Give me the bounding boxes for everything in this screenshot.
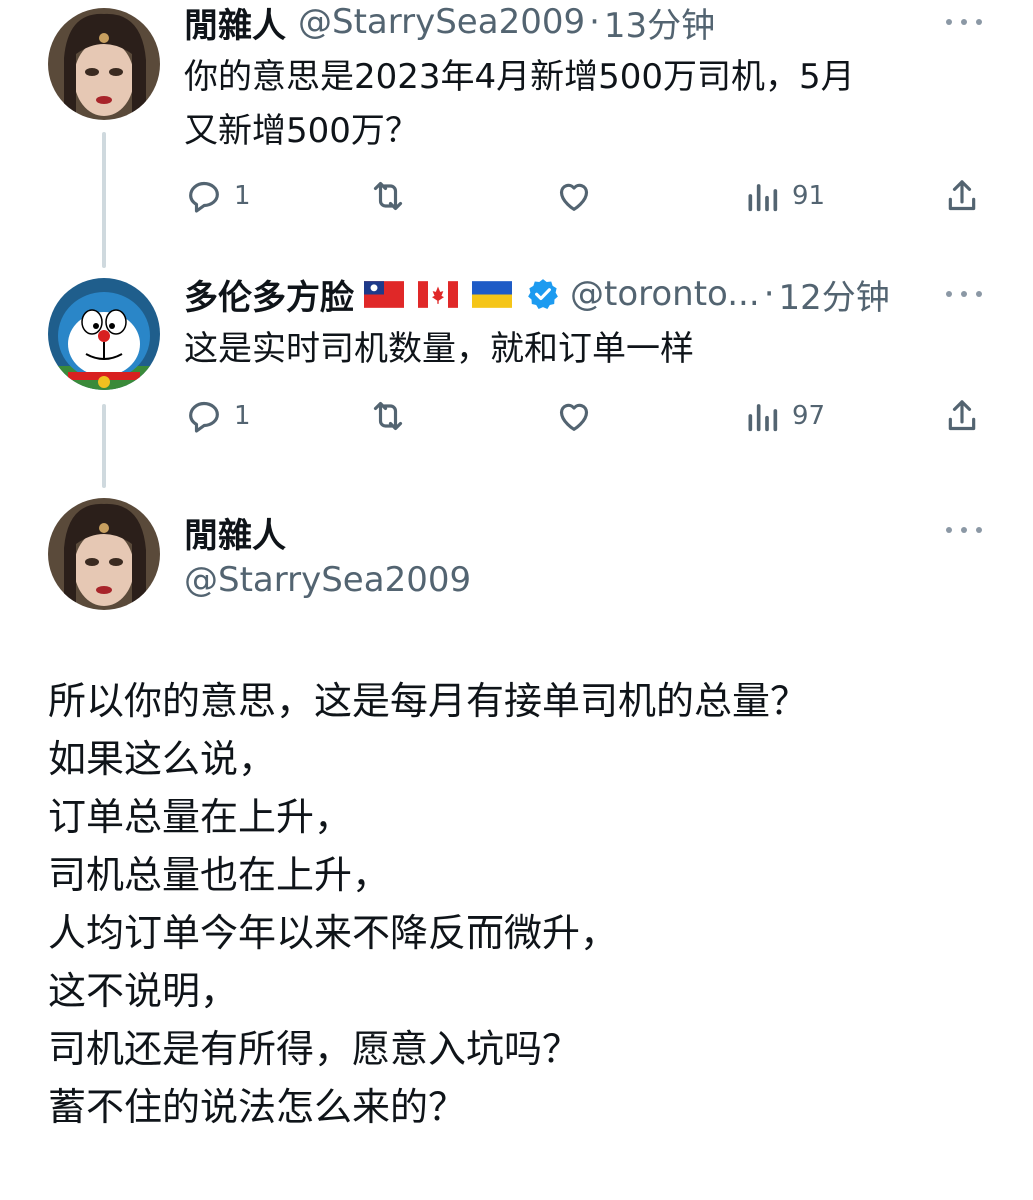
avatar[interactable] <box>48 278 160 390</box>
body-line: 这不说明， <box>48 969 239 1013</box>
retweet-button[interactable] <box>368 172 408 220</box>
tweet-body: 所以你的意思，这是每月有接单司机的总量？ 如果这么说， 订单总量在上升， 司机总… <box>48 672 988 1136</box>
reply-button[interactable]: 1 <box>184 172 251 220</box>
tweet-text: 这是实时司机数量，就和订单一样 <box>184 322 984 376</box>
view-count: 91 <box>792 181 826 211</box>
share-button[interactable] <box>942 172 982 220</box>
like-icon <box>559 183 589 211</box>
body-line: 所以你的意思，这是每月有接单司机的总量？ <box>48 679 809 723</box>
taiwan-flag-icon <box>364 280 404 308</box>
body-line: 如果这么说， <box>48 737 277 781</box>
views-icon <box>748 184 778 212</box>
timestamp[interactable]: 12分钟 <box>779 270 890 319</box>
reply-count: 1 <box>234 401 251 431</box>
share-icon <box>948 180 976 211</box>
author-handle[interactable]: @StarrySea2009 <box>184 560 471 600</box>
more-icon[interactable] <box>944 284 984 304</box>
view-count: 97 <box>792 401 826 431</box>
like-button[interactable] <box>554 392 594 440</box>
like-button[interactable] <box>554 172 594 220</box>
tweet-text: 你的意思是2023年4月新增500万司机，5月 又新增500万？ <box>184 50 984 158</box>
timestamp[interactable]: 13分钟 <box>604 0 715 47</box>
author-name[interactable]: 閒雜人 <box>184 0 286 47</box>
body-line: 司机总量也在上升， <box>48 853 391 897</box>
avatar[interactable] <box>48 8 160 120</box>
share-icon <box>948 400 976 431</box>
reply-button[interactable]: 1 <box>184 392 251 440</box>
tweet-header: 多伦多方脸 @toronto... · 12分钟 <box>184 270 890 319</box>
avatar[interactable] <box>48 498 160 610</box>
canada-flag-icon <box>418 280 458 308</box>
views-icon <box>748 404 778 432</box>
retweet-icon <box>373 181 403 211</box>
author-handle[interactable]: @toronto... <box>570 274 760 314</box>
thread-line <box>102 132 106 268</box>
tweet-header: 閒雜人 <box>184 508 286 557</box>
retweet-icon <box>373 401 403 431</box>
author-name[interactable]: 多伦多方脸 <box>184 270 354 319</box>
reply-icon <box>189 181 219 213</box>
action-bar: 1 97 <box>184 392 984 440</box>
reply-count: 1 <box>234 181 251 211</box>
author-handle-row: @StarrySea2009 <box>184 558 471 602</box>
verified-icon <box>528 279 558 310</box>
more-icon[interactable] <box>944 520 984 540</box>
body-line: 订单总量在上升， <box>48 795 353 839</box>
action-bar: 1 91 <box>184 172 984 220</box>
flag-emojis <box>364 280 526 308</box>
thread-line <box>102 404 106 488</box>
body-line: 人均订单今年以来不降反而微升， <box>48 911 619 955</box>
separator-dot: · <box>589 2 600 42</box>
views-button[interactable]: 91 <box>742 172 825 220</box>
author-handle[interactable]: @StarrySea2009 <box>298 2 585 42</box>
like-icon <box>559 403 589 431</box>
tweet-text-line: 这是实时司机数量，就和订单一样 <box>184 329 694 369</box>
more-icon[interactable] <box>944 12 984 32</box>
ukraine-flag-icon <box>472 280 512 308</box>
author-name[interactable]: 閒雜人 <box>184 508 286 557</box>
views-button[interactable]: 97 <box>742 392 825 440</box>
reply-icon <box>189 401 219 433</box>
tweet-text-line: 你的意思是2023年4月新增500万司机，5月 <box>184 57 855 97</box>
body-line: 司机还是有所得，愿意入坑吗？ <box>48 1027 581 1071</box>
tweet-header: 閒雜人 @StarrySea2009 · 13分钟 <box>184 0 715 47</box>
separator-dot: · <box>763 274 775 314</box>
body-line: 蓄不住的说法怎么来的？ <box>48 1085 467 1129</box>
share-button[interactable] <box>942 392 982 440</box>
tweet-text-line: 又新增500万？ <box>184 111 419 151</box>
retweet-button[interactable] <box>368 392 408 440</box>
